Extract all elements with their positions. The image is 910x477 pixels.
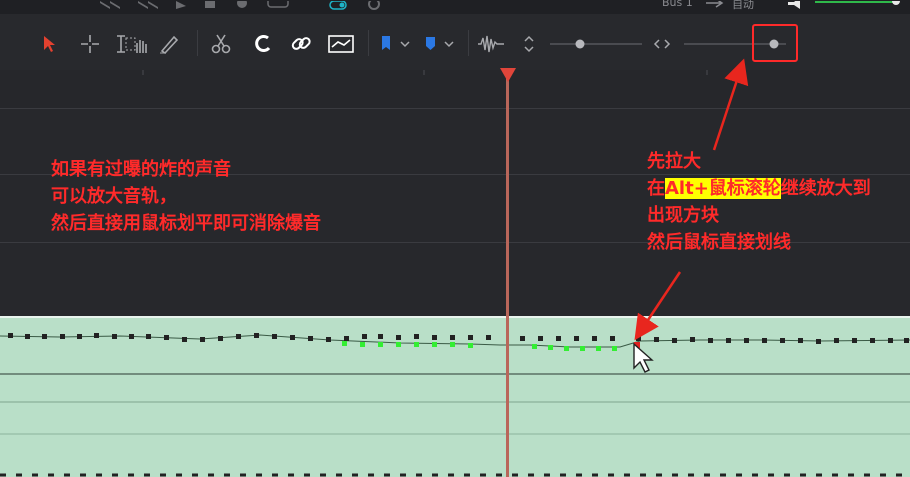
trim-tool-button[interactable] [78,30,102,58]
blade-pencil-button[interactable] [156,30,182,58]
volume-meter [815,0,893,3]
scissors-icon [211,34,231,54]
transport-strip: Bus 1 自动 [0,0,910,14]
horizontal-expand-icon [653,39,671,49]
annotation-left-line: 然后直接用鼠标划平即可消除爆音 [51,213,321,234]
link-icon [291,37,311,50]
toolbar-divider [468,30,469,56]
zoom-slider-highlight-box [752,24,798,62]
flag-dropdown[interactable] [378,30,412,58]
vertical-expand-icon [524,35,534,53]
cursor-icon [44,36,55,52]
play-icon [176,1,186,9]
timeline-ruler[interactable] [0,70,910,109]
marker-dropdown[interactable] [422,30,456,58]
snapping-button[interactable] [250,30,276,58]
annotation-right-line: 在Alt+鼠标滚轮继续放大到 [647,178,871,199]
audio-clip[interactable] [0,316,910,477]
trim-hand-icon [117,35,147,53]
waveform-zoom-button[interactable] [476,30,506,58]
flag-icon [382,36,410,50]
annotation-left: 如果有过曝的炸的声音 可以放大音轨， 然后直接用鼠标划平即可消除爆音 [51,156,321,237]
transport-icons [100,0,900,10]
marker-icon [426,37,454,50]
blade-button[interactable] [208,30,234,58]
speaker-icon [788,0,800,9]
vertical-zoom-icon-wrap [520,30,538,58]
keyframe-curve-icon [328,35,354,53]
horizontal-zoom-icon-wrap [652,30,672,58]
loop-icon [267,0,289,8]
toolbar-divider [197,30,198,56]
annotation-right: 先拉大 在Alt+鼠标滚轮继续放大到 出现方块 然后鼠标直接划线 [647,148,871,256]
shortcut-highlight: Alt+鼠标滚轮 [665,178,781,199]
auto-label: 自动 [732,0,754,11]
record-icon [237,0,247,8]
toolbar-divider [368,30,369,56]
annotation-left-line: 如果有过曝的炸的声音 [51,159,231,180]
vertical-zoom-slider[interactable] [548,30,644,58]
playhead-handle[interactable] [500,68,516,82]
position-lock-button[interactable] [326,30,356,58]
annotation-right-line: 出现方块 [647,205,719,226]
fast-forward-icon [138,1,158,9]
selection-tool-button[interactable] [38,30,60,58]
volume-keyframe-curve[interactable] [0,318,910,477]
waveform-icon [478,35,504,53]
playhead-line[interactable] [506,72,509,477]
keyframe-points [8,333,909,344]
annotation-right-line: 先拉大 [647,151,701,172]
annotation-right-line: 然后鼠标直接划线 [647,232,791,253]
magnet-icon [255,35,271,52]
pencil-icon [160,35,179,55]
mouse-cursor-icon [633,342,654,373]
crosshair-icon [81,35,99,53]
bus-label: Bus 1 [662,0,693,9]
arrow-icon [706,0,724,8]
gear-icon [368,0,380,10]
linked-selection-button[interactable] [288,30,314,58]
stop-icon [205,1,215,8]
rewind-icon [100,1,120,9]
dynamic-trim-button[interactable] [114,30,148,58]
annotation-left-line: 可以放大音轨， [51,186,177,207]
